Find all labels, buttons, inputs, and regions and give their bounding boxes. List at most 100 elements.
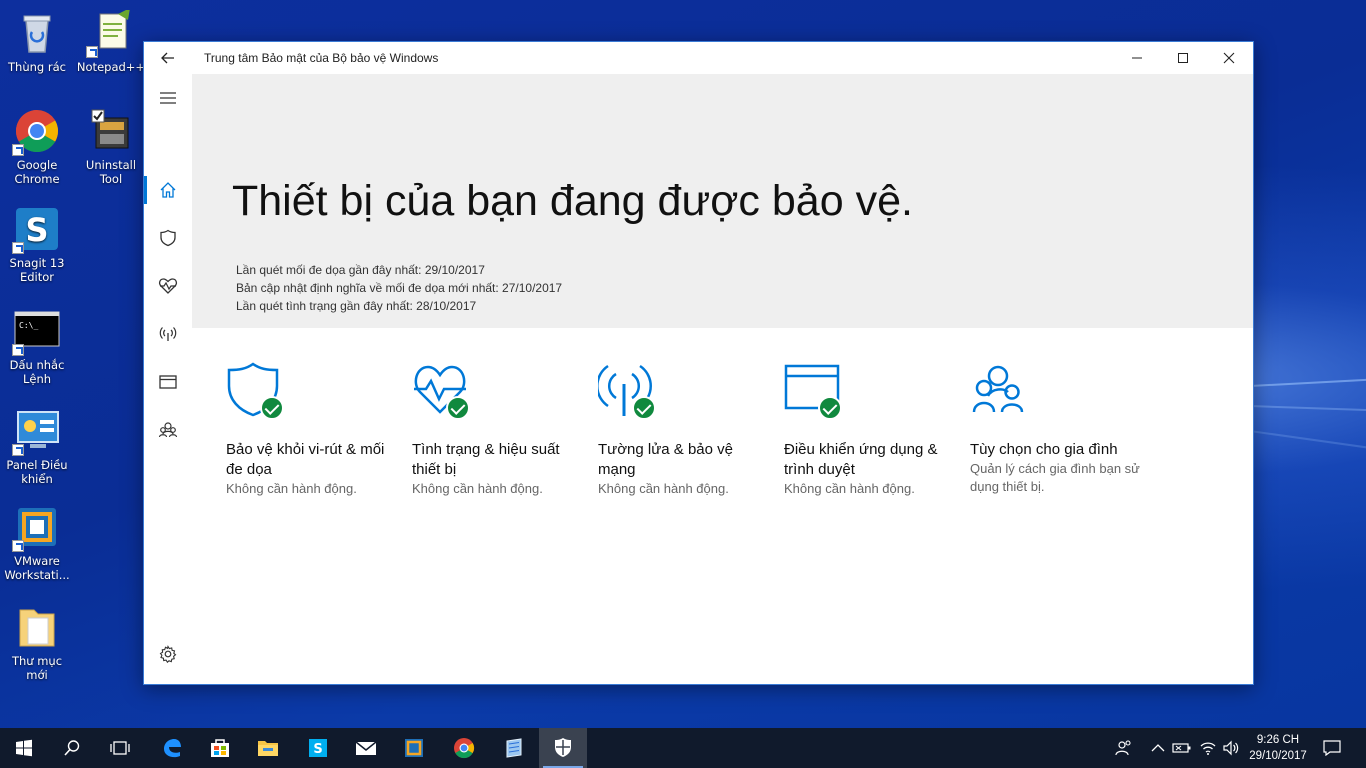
desktop-icon-recycle-bin[interactable]: Thùng rác xyxy=(1,10,73,74)
desktop-icon-control-panel[interactable]: Panel Điều khiển xyxy=(1,408,73,486)
minimize-button[interactable] xyxy=(1114,42,1160,74)
desktop-icon-label: Thùng rác xyxy=(8,60,66,74)
shield-icon xyxy=(555,738,571,757)
chrome-icon xyxy=(12,108,60,156)
minimize-icon xyxy=(1132,57,1142,59)
family-icon xyxy=(972,365,1024,413)
window-title: Trung tâm Bảo mật của Bộ bảo vệ Windows xyxy=(204,51,439,65)
svg-text:S: S xyxy=(25,211,48,249)
vmware-icon xyxy=(405,739,423,757)
maximize-icon xyxy=(1178,53,1188,63)
tile-virus-threat-protection[interactable]: Bảo vệ khỏi vi-rút & mối đe dọa Không cầ… xyxy=(226,362,396,498)
navigation-sidebar xyxy=(144,74,192,684)
last-definition-update: Bản cập nhật định nghĩa về mối đe dọa mớ… xyxy=(236,281,563,295)
nav-virus-protection[interactable] xyxy=(144,218,192,258)
wallpaper-beam xyxy=(1249,377,1366,387)
shortcut-arrow-icon xyxy=(12,344,24,356)
clock-date: 29/10/2017 xyxy=(1249,750,1307,762)
desktop-icon-label: Panel Điều khiển xyxy=(6,458,68,486)
taskbar-chrome[interactable] xyxy=(440,728,488,768)
windows-logo-icon xyxy=(16,739,32,757)
desktop-icon-chrome[interactable]: Google Chrome xyxy=(1,108,73,186)
shortcut-arrow-icon xyxy=(12,144,24,156)
last-health-scan: Lần quét tình trạng gần đây nhất: 28/10/… xyxy=(236,299,477,313)
status-ok-icon xyxy=(632,396,656,420)
desktop-icon-vmware[interactable]: VMware Workstati... xyxy=(1,504,73,582)
tile-status: Không cần hành động. xyxy=(598,481,729,496)
speaker-icon xyxy=(1223,740,1239,756)
tile-status: Không cần hành động. xyxy=(226,481,357,496)
desktop-icon-notepad-plus-plus[interactable]: Notepad++ xyxy=(75,8,147,74)
taskbar-store[interactable] xyxy=(196,728,244,768)
hamburger-menu-button[interactable] xyxy=(144,78,192,118)
status-ok-icon xyxy=(260,396,284,420)
desktop-icon-label: Google Chrome xyxy=(14,158,60,186)
tile-title: Tùy chọn cho gia đình xyxy=(970,441,1118,458)
tile-status: Không cần hành động. xyxy=(784,481,915,496)
battery-status[interactable] xyxy=(1172,738,1192,758)
title-bar: Trung tâm Bảo mật của Bộ bảo vệ Windows xyxy=(144,42,1253,74)
taskbar-mail[interactable] xyxy=(342,728,390,768)
shortcut-arrow-icon xyxy=(12,444,24,456)
back-arrow-icon xyxy=(161,52,174,64)
back-button[interactable] xyxy=(144,42,192,74)
taskbar-notebook-app[interactable] xyxy=(490,728,538,768)
nav-app-browser-control[interactable] xyxy=(144,362,192,402)
status-hero-banner: Thiết bị của bạn đang được bảo vệ. Lần q… xyxy=(192,74,1253,328)
wireless-antenna-icon xyxy=(159,327,177,341)
show-hidden-icons-button[interactable] xyxy=(1148,738,1168,758)
desktop-icon-snagit[interactable]: S Snagit 13 Editor xyxy=(1,206,73,284)
nav-firewall[interactable] xyxy=(144,314,192,354)
shortcut-arrow-icon xyxy=(86,46,98,58)
nav-device-health[interactable] xyxy=(144,266,192,306)
maximize-button[interactable] xyxy=(1160,42,1206,74)
nav-home[interactable] xyxy=(144,170,192,210)
hamburger-icon xyxy=(160,92,176,104)
snagit-icon: S xyxy=(12,206,60,254)
nav-settings[interactable] xyxy=(144,634,192,674)
desktop-icon-new-folder[interactable]: Thư mục mới xyxy=(1,604,73,682)
desktop-icon-label: Uninstall Tool xyxy=(85,158,137,186)
mail-icon xyxy=(355,741,377,755)
taskbar-edge[interactable] xyxy=(148,728,196,768)
people-button[interactable] xyxy=(1114,738,1134,758)
taskbar-skype[interactable]: S xyxy=(294,728,342,768)
taskbar-vmware[interactable] xyxy=(390,728,438,768)
desktop-icon-label: VMware Workstati... xyxy=(4,554,70,582)
volume-control[interactable] xyxy=(1221,738,1241,758)
desktop-icon-command-prompt[interactable]: C:\_ Dấu nhắc Lệnh xyxy=(1,308,73,386)
tile-app-browser-control[interactable]: Điều khiển ứng dụng & trình duyệt Không … xyxy=(784,362,954,498)
shortcut-arrow-icon xyxy=(12,242,24,254)
notepad-plus-plus-icon xyxy=(86,8,134,58)
wallpaper-beam xyxy=(1249,405,1366,412)
clock[interactable]: 9:26 CH 29/10/2017 xyxy=(1246,732,1310,764)
search-icon xyxy=(64,740,80,756)
home-icon xyxy=(160,182,176,198)
start-button[interactable] xyxy=(0,728,48,768)
status-ok-icon xyxy=(446,396,470,420)
network-status[interactable] xyxy=(1198,738,1218,758)
notification-icon xyxy=(1323,740,1341,756)
tile-family-options[interactable]: Tùy chọn cho gia đình Quản lý cách gia đ… xyxy=(970,362,1140,496)
nav-family-options[interactable] xyxy=(144,410,192,450)
people-icon xyxy=(1115,740,1131,756)
tile-firewall-network-protection[interactable]: Tường lửa & bảo vệ mạng Không cần hành đ… xyxy=(596,362,768,498)
close-button[interactable] xyxy=(1206,42,1252,74)
gear-icon xyxy=(159,645,177,663)
svg-text:C:\_: C:\_ xyxy=(19,321,38,330)
tile-device-performance-health[interactable]: Tình trạng & hiệu suất thiết bị Không cầ… xyxy=(412,362,582,498)
vmware-icon xyxy=(12,504,60,552)
task-view-icon xyxy=(110,741,130,755)
task-view-button[interactable] xyxy=(96,728,144,768)
edge-icon xyxy=(164,739,181,758)
wallpaper-beam xyxy=(1249,430,1366,452)
desktop-icon-uninstall-tool[interactable]: Uninstall Tool xyxy=(75,108,147,186)
taskbar-security-center[interactable] xyxy=(539,728,587,768)
search-button[interactable] xyxy=(48,728,96,768)
taskbar: S 9:26 CH 29/10/2017 xyxy=(0,728,1366,768)
taskbar-file-explorer[interactable] xyxy=(244,728,292,768)
action-center-button[interactable] xyxy=(1322,738,1342,758)
close-icon xyxy=(1223,52,1235,64)
scan-info: Lần quét mối đe dọa gần đây nhất: 29/10/… xyxy=(236,261,562,315)
tile-title: Điều khiển ứng dụng & trình duyệt xyxy=(784,441,938,478)
